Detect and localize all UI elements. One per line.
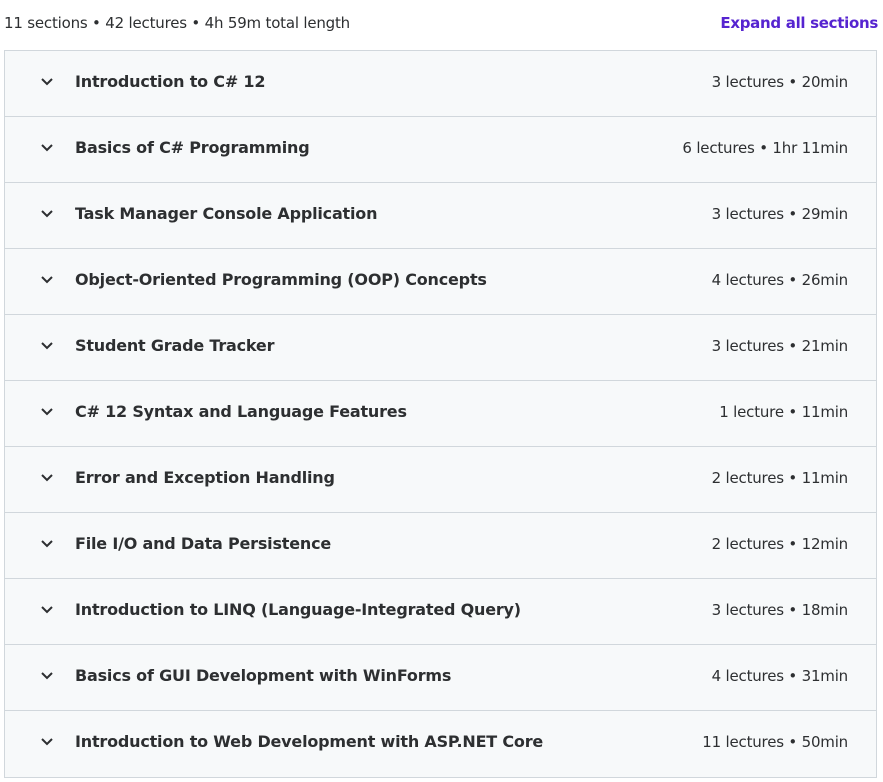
curriculum-section-list: Introduction to C# 12 3 lectures • 20min… bbox=[4, 50, 877, 778]
section-title: C# 12 Syntax and Language Features bbox=[75, 402, 407, 421]
section-row[interactable]: Introduction to C# 12 3 lectures • 20min bbox=[5, 51, 876, 117]
section-row[interactable]: Basics of C# Programming 6 lectures • 1h… bbox=[5, 117, 876, 183]
section-title: Task Manager Console Application bbox=[75, 204, 378, 223]
section-title: Introduction to Web Development with ASP… bbox=[75, 732, 544, 751]
chevron-down-icon bbox=[40, 77, 54, 87]
chevron-down-icon bbox=[40, 143, 54, 153]
section-row[interactable]: Task Manager Console Application 3 lectu… bbox=[5, 183, 876, 249]
section-title: Error and Exception Handling bbox=[75, 468, 335, 487]
section-title: Student Grade Tracker bbox=[75, 336, 275, 355]
section-title: Introduction to LINQ (Language-Integrate… bbox=[75, 600, 521, 619]
section-title: Object-Oriented Programming (OOP) Concep… bbox=[75, 270, 487, 289]
section-lecture-count: 2 lectures • 12min bbox=[711, 535, 849, 553]
section-row[interactable]: Object-Oriented Programming (OOP) Concep… bbox=[5, 249, 876, 315]
section-row[interactable]: Introduction to LINQ (Language-Integrate… bbox=[5, 579, 876, 645]
chevron-down-icon bbox=[40, 473, 54, 483]
section-title: Introduction to C# 12 bbox=[75, 72, 266, 91]
section-row[interactable]: Error and Exception Handling 2 lectures … bbox=[5, 447, 876, 513]
section-lecture-count: 3 lectures • 21min bbox=[711, 337, 849, 355]
section-row[interactable]: Basics of GUI Development with WinForms … bbox=[5, 645, 876, 711]
chevron-down-icon bbox=[40, 737, 54, 747]
chevron-down-icon bbox=[40, 209, 54, 219]
chevron-down-icon bbox=[40, 539, 54, 549]
chevron-down-icon bbox=[40, 671, 54, 681]
curriculum-header: 11 sections • 42 lectures • 4h 59m total… bbox=[0, 0, 883, 50]
chevron-down-icon bbox=[40, 341, 54, 351]
section-row[interactable]: Student Grade Tracker 3 lectures • 21min bbox=[5, 315, 876, 381]
section-lecture-count: 2 lectures • 11min bbox=[711, 469, 849, 487]
section-lecture-count: 4 lectures • 31min bbox=[711, 667, 849, 685]
section-lecture-count: 3 lectures • 29min bbox=[711, 205, 849, 223]
chevron-down-icon bbox=[40, 407, 54, 417]
section-lecture-count: 3 lectures • 20min bbox=[711, 73, 849, 91]
section-row[interactable]: C# 12 Syntax and Language Features 1 lec… bbox=[5, 381, 876, 447]
section-title: File I/O and Data Persistence bbox=[75, 534, 332, 553]
expand-all-sections-button[interactable]: Expand all sections bbox=[720, 14, 878, 32]
section-lecture-count: 4 lectures • 26min bbox=[711, 271, 849, 289]
section-row[interactable]: File I/O and Data Persistence 2 lectures… bbox=[5, 513, 876, 579]
section-title: Basics of GUI Development with WinForms bbox=[75, 666, 452, 685]
course-content-summary: 11 sections • 42 lectures • 4h 59m total… bbox=[4, 14, 350, 32]
section-title: Basics of C# Programming bbox=[75, 138, 310, 157]
chevron-down-icon bbox=[40, 275, 54, 285]
section-lecture-count: 1 lecture • 11min bbox=[719, 403, 848, 421]
section-lecture-count: 3 lectures • 18min bbox=[711, 601, 849, 619]
chevron-down-icon bbox=[40, 605, 54, 615]
section-lecture-count: 11 lectures • 50min bbox=[702, 733, 848, 751]
section-lecture-count: 6 lectures • 1hr 11min bbox=[682, 139, 848, 157]
section-row[interactable]: Introduction to Web Development with ASP… bbox=[5, 711, 876, 777]
